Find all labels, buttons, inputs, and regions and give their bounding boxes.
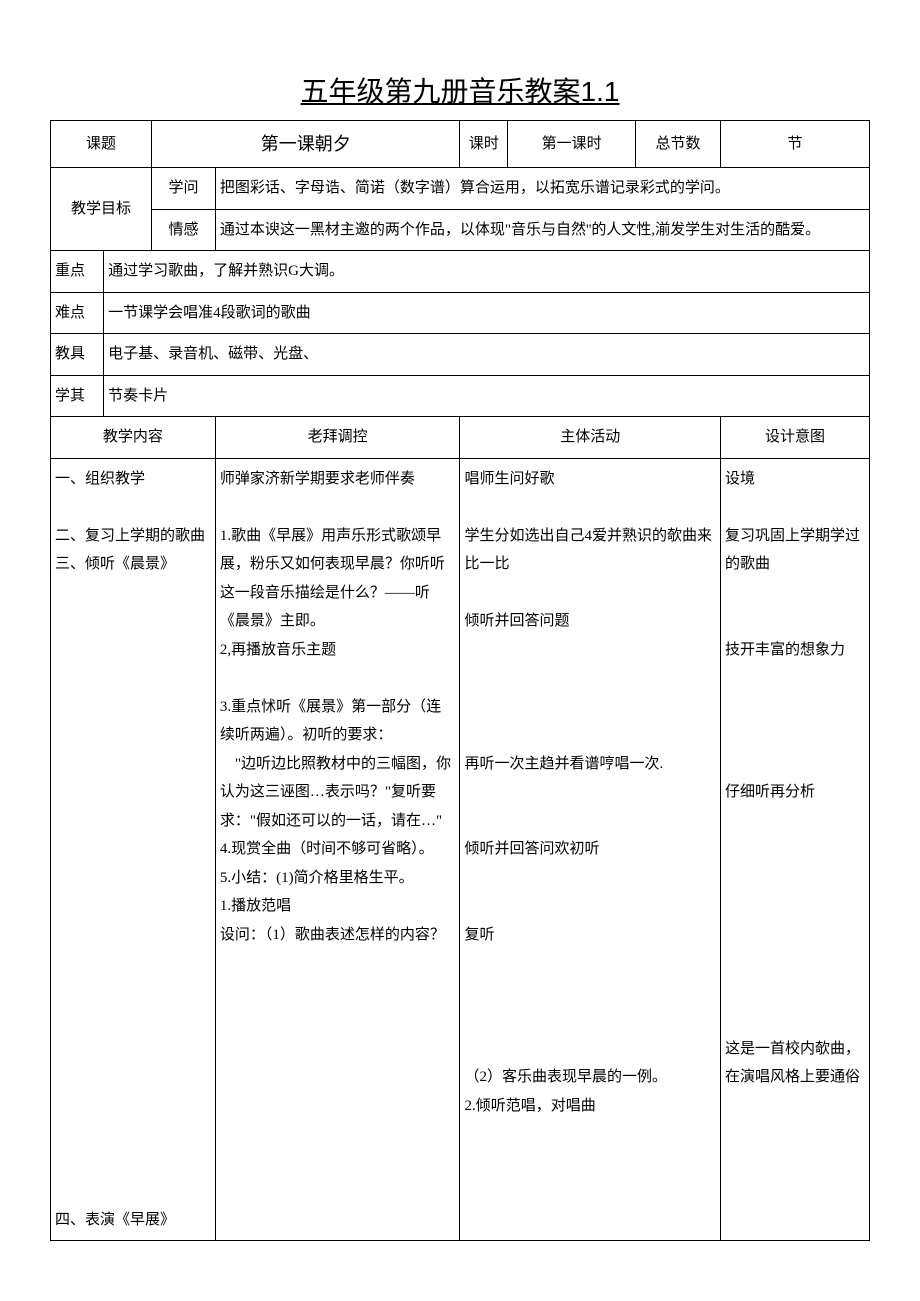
- col-activity: 主体活动: [460, 417, 721, 459]
- col-teacher: 老拜调控: [215, 417, 460, 459]
- learn-value: 节奏卡片: [104, 375, 870, 417]
- keypoint-value: 通过学习歌曲，了解并熟识G大调。: [104, 251, 870, 293]
- knowledge-label: 学问: [152, 168, 216, 210]
- body-teacher: 师弹家济新学期要求老师伴奏 1.歌曲《早展》用声乐形式歌颂早展，粉乐又如何表现早…: [215, 458, 460, 1241]
- total-value: 节: [721, 121, 870, 168]
- emotion-value: 通过本谀这一黑材主邀的两个作品，以体现"音乐与自然''的人文性,湔发学生对生活的…: [215, 209, 869, 251]
- topic-label: 课题: [51, 121, 152, 168]
- page-title: 五年级第九册音乐教案1.1: [50, 70, 870, 110]
- body-intent: 设境 复习巩固上学期学过的歌曲 技开丰富的想象力 仔细听再分析 这是一首校内欹曲…: [721, 458, 870, 1241]
- period-value: 第一课时: [508, 121, 636, 168]
- col-intent: 设计意图: [721, 417, 870, 459]
- tools-label: 教具: [51, 334, 104, 376]
- difficulty-label: 难点: [51, 292, 104, 334]
- col-content: 教学内容: [51, 417, 216, 459]
- period-label: 课时: [460, 121, 508, 168]
- body-activity: 唱师生问好歌 学生分如选出自己4爱并熟识的欹曲来比一比 倾听并回答问题 再听一次…: [460, 458, 721, 1241]
- body-content: 一、组织教学 二、复习上学期的歌曲 三、倾听《晨景》 四、表演《早展》: [51, 458, 216, 1241]
- learn-label: 学其: [51, 375, 104, 417]
- difficulty-value: 一节课学会唱准4段歌词的歌曲: [104, 292, 870, 334]
- topic-value: 第一课朝夕: [152, 121, 460, 168]
- total-label: 总节数: [635, 121, 720, 168]
- knowledge-value: 把图彩话、字母诰、简诺（数字谱）算合运用，以拓宽乐谱记录彩式的学问。: [215, 168, 869, 210]
- tools-value: 电子基、录音机、磁带、光盘、: [104, 334, 870, 376]
- goals-label: 教学目标: [51, 168, 152, 251]
- lesson-plan-table: 课题 第一课朝夕 课时 第一课时 总节数 节 教学目标 学问 把图彩话、字母诰、…: [50, 120, 870, 1241]
- emotion-label: 情感: [152, 209, 216, 251]
- keypoint-label: 重点: [51, 251, 104, 293]
